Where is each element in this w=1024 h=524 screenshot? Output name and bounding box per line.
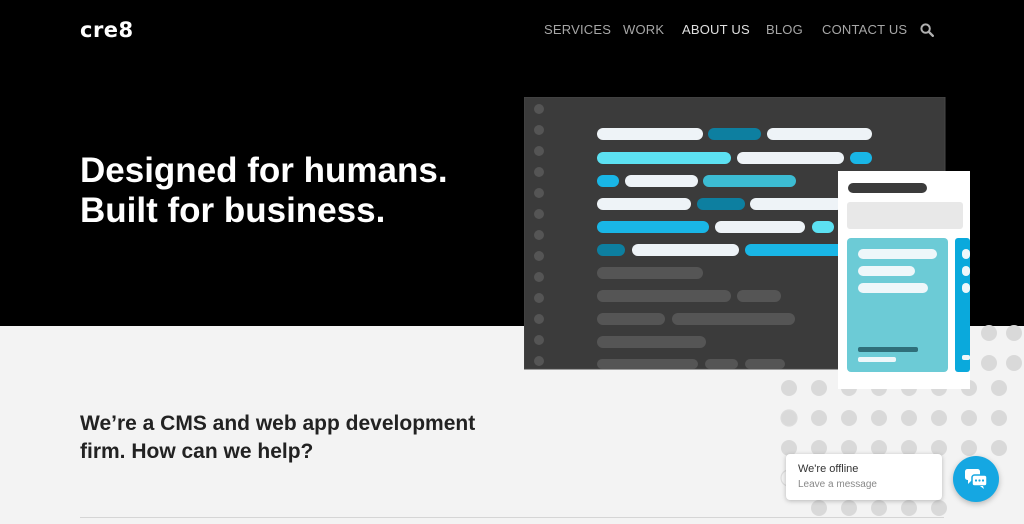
- chat-status-bubble[interactable]: We're offline Leave a message: [786, 454, 942, 500]
- main-nav: SERVICES WORK ABOUT US BLOG CONTACT US: [0, 22, 1024, 42]
- section-divider: [80, 517, 944, 518]
- chat-status-title: We're offline: [798, 463, 859, 475]
- search-icon[interactable]: [920, 23, 935, 38]
- nav-about-us[interactable]: ABOUT US: [682, 22, 750, 37]
- nav-work[interactable]: WORK: [623, 22, 664, 37]
- chat-bubbles-icon: [965, 469, 988, 489]
- hero-headline-line1: Designed for humans.: [80, 151, 448, 190]
- nav-blog[interactable]: BLOG: [766, 22, 803, 37]
- hero-headline-line2: Built for business.: [80, 191, 386, 230]
- hero-headline: Designed for humans. Built for business.: [80, 151, 448, 231]
- chat-launcher-button[interactable]: [953, 456, 999, 502]
- nav-services[interactable]: SERVICES: [544, 22, 611, 37]
- intro-tagline: We’re a CMS and web app development firm…: [80, 410, 475, 466]
- mobile-card-illustration: [838, 171, 970, 389]
- code-editor-illustration: [524, 97, 1022, 516]
- chat-status-subtitle: Leave a message: [798, 479, 877, 490]
- nav-contact-us[interactable]: CONTACT US: [822, 22, 907, 37]
- intro-tagline-line1: We’re a CMS and web app development: [80, 412, 476, 435]
- intro-tagline-line2: firm. How can we help?: [80, 440, 314, 463]
